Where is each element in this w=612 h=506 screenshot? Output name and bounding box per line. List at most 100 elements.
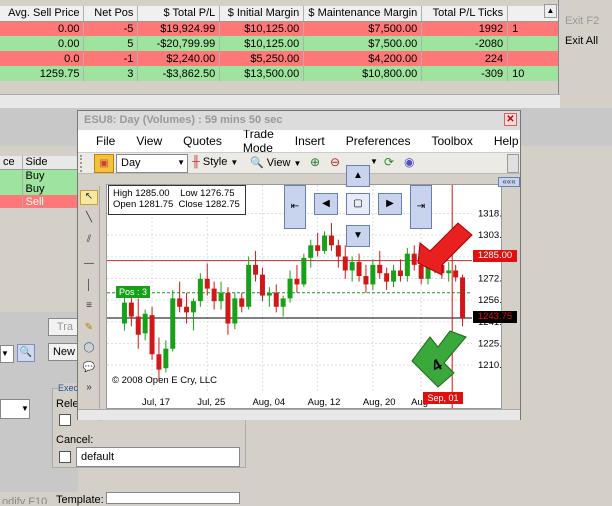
candle-body [253, 264, 259, 275]
trade-label: Tra [56, 321, 73, 333]
menu-help[interactable]: Help [494, 134, 519, 148]
y-tick-label: 1256.75 [478, 295, 502, 306]
period-select[interactable]: Day ▼ [116, 154, 188, 173]
note-icon[interactable]: ✎ [80, 322, 98, 337]
chart-window-titlebar[interactable]: ESU8: Day (Volumes) : 59 mins 50 sec ✕ [78, 111, 520, 130]
vline-icon[interactable]: │ [80, 280, 98, 295]
chart-window-title: ESU8: Day (Volumes) : 59 mins 50 sec [84, 114, 283, 126]
position-row[interactable]: 0.0 -1 $2,240.00 $5,250.00 $4,200.00 224 [0, 51, 560, 66]
scroll-up-button[interactable]: ▲ [544, 4, 557, 18]
cancel-checkbox[interactable] [59, 451, 71, 463]
modify-button[interactable]: odify F10 [0, 494, 50, 504]
nav-fit-left-button[interactable]: ⇤ [284, 185, 306, 229]
x-tick-label: Jul, 17 [142, 397, 170, 408]
candle-body [328, 235, 334, 246]
y-tick-label: 1225.75 [478, 338, 502, 349]
col-net-pos[interactable]: Net Pos [83, 6, 139, 22]
search-icon[interactable]: 🔍 [17, 344, 35, 362]
hline-icon[interactable]: — [80, 258, 98, 273]
col-price[interactable]: ce [0, 156, 23, 170]
release-checkbox[interactable] [59, 414, 71, 426]
refresh-icon[interactable]: ⟳ [384, 155, 394, 169]
chart-h-scrollbar[interactable] [78, 409, 520, 420]
nav-fit-button[interactable]: ▢ [346, 193, 370, 215]
candle-body [308, 245, 314, 258]
position-row[interactable]: 0.00 -5 $19,924.99 $10,125.00 $7,500.00 1992 1 [0, 21, 560, 36]
sell-arrow-icon[interactable] [412, 219, 476, 279]
candle-body [190, 301, 196, 313]
menu-trade-mode[interactable]: Trade Mode [243, 127, 274, 155]
position-overflow-cell: 1 [507, 21, 560, 36]
folder-icon[interactable]: ▣ [94, 154, 114, 173]
nav-right-button[interactable]: ▶ [378, 193, 402, 215]
menu-toolbox[interactable]: Toolbox [431, 134, 472, 148]
order-row[interactable]: Buy [0, 182, 78, 195]
candle-body [170, 298, 176, 349]
candle-body [225, 292, 231, 324]
channel-icon[interactable]: ⫽ [80, 234, 98, 249]
col-total-pl-ticks[interactable]: Total P/L Ticks [421, 6, 509, 22]
menu-preferences[interactable]: Preferences [346, 134, 411, 148]
y-tick-label: 1272.25 [478, 273, 502, 284]
menu-file[interactable]: File [96, 134, 115, 148]
trade-button[interactable]: Tra [48, 318, 78, 336]
nav-left-button[interactable]: ◀ [314, 193, 338, 215]
zoom-out-icon[interactable]: ⊖ [330, 155, 340, 169]
bars-icon: ╫ [192, 156, 200, 168]
candle-body [246, 264, 252, 307]
candle-body [397, 270, 403, 277]
order-row[interactable]: Buy [0, 169, 78, 182]
template-select[interactable] [106, 492, 240, 504]
position-cell: -2080 [421, 36, 509, 51]
col-total-pl[interactable]: $ Total P/L [137, 6, 221, 22]
account-select[interactable]: ▼ [0, 345, 14, 363]
nav-down-button[interactable]: ▼ [346, 225, 370, 247]
position-label: Pos : 3 [116, 286, 151, 298]
current-price-value: 1243.75 [477, 311, 513, 322]
candle-body [273, 292, 279, 307]
new-order-button[interactable]: New [48, 343, 78, 361]
candle-body [280, 298, 286, 307]
x-tick-label: Jul, 25 [197, 397, 225, 408]
order-price-cell [0, 169, 23, 182]
close-icon[interactable]: ✕ [504, 113, 517, 126]
candle-body [197, 278, 203, 302]
col-maintenance-margin[interactable]: $ Maintenance Margin [303, 6, 423, 22]
exit-all-button[interactable]: Exit All [562, 32, 606, 50]
cancel-value-field[interactable]: default [76, 447, 240, 467]
comment-icon[interactable]: 💬 [80, 362, 98, 377]
pointer-icon[interactable]: ↖ [80, 190, 98, 205]
modify-label: odify F10 [2, 496, 48, 504]
positions-h-scrollbar[interactable] [0, 94, 560, 108]
zoom-in-icon[interactable]: ⊕ [310, 155, 320, 169]
col-side[interactable]: Side [22, 156, 78, 170]
position-row[interactable]: 0.00 5 -$20,799.99 $10,125.00 $7,500.00 -2080 [0, 36, 560, 51]
col-initial-margin[interactable]: $ Initial Margin [219, 6, 305, 22]
nav-up-button[interactable]: ▲ [346, 165, 370, 187]
menu-insert[interactable]: Insert [295, 134, 325, 148]
candle-body [163, 348, 169, 369]
x-tick-label: Aug, 20 [363, 397, 396, 408]
high-label: High [113, 188, 133, 199]
position-row[interactable]: 1259.75 3 -$3,862.50 $13,500.00 $10,800.00 -3… [0, 66, 560, 81]
new-order-label: New [52, 346, 75, 358]
col-avg-sell-price[interactable]: Avg. Sell Price [0, 6, 85, 22]
cd-icon[interactable]: ◉ [404, 155, 414, 169]
order-row[interactable]: Sell [0, 195, 78, 208]
scroll-right-icon[interactable]: ««« [498, 177, 520, 187]
menu-quotes[interactable]: Quotes [183, 134, 222, 148]
view-button[interactable]: 🔍 View ▼ [250, 156, 301, 169]
callout-icon[interactable]: ◯ [80, 342, 98, 357]
candle-body [294, 278, 300, 285]
toolbar-scrollbar[interactable] [507, 154, 519, 173]
account-dropdown[interactable]: ▼ [0, 399, 30, 419]
toolbar-dropdown-icon[interactable]: ▼ [370, 157, 378, 166]
style-button[interactable]: ╫ Style ▼ [192, 156, 238, 168]
menu-view[interactable]: View [136, 134, 162, 148]
fib-icon[interactable]: ≡ [80, 300, 98, 315]
buy-arrow-icon[interactable]: 4 [408, 327, 470, 391]
line-icon[interactable]: ╲ [80, 212, 98, 227]
exit-f2-button[interactable]: Exit F2 [562, 12, 606, 30]
more-tools-icon[interactable]: » [80, 382, 98, 397]
position-overflow-cell: 10 [507, 66, 560, 81]
